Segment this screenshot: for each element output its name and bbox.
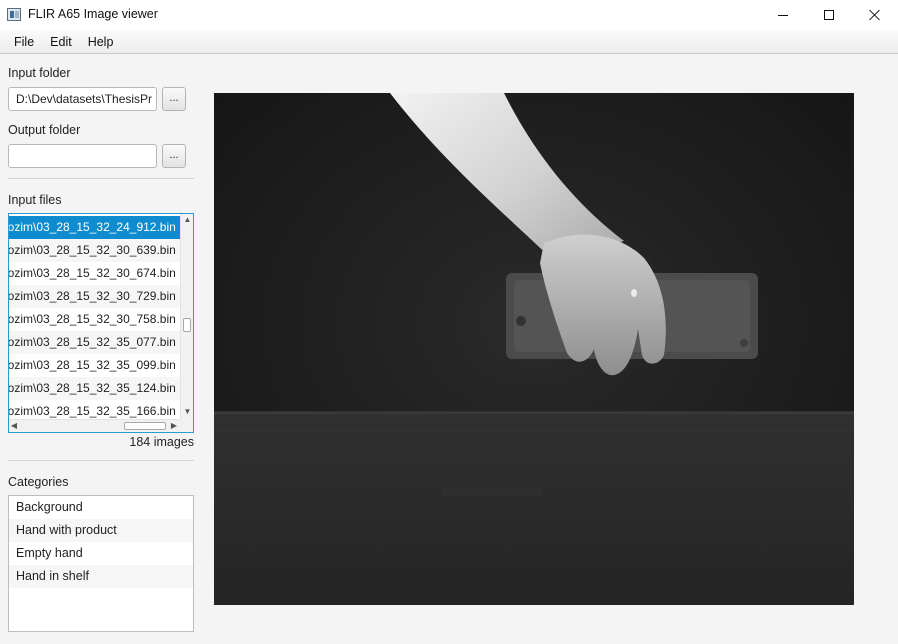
- file-list-item[interactable]: bozim\03_28_15_32_30_639.bin: [9, 239, 181, 262]
- title-bar: FLIR A65 Image viewer: [0, 0, 898, 30]
- menu-bar: File Edit Help: [0, 30, 898, 54]
- input-folder-browse-button[interactable]: ...: [162, 87, 186, 111]
- vertical-scroll-thumb[interactable]: [183, 318, 191, 332]
- input-folder-label: Input folder: [8, 66, 71, 80]
- scroll-down-icon[interactable]: ▼: [181, 407, 193, 416]
- category-item[interactable]: Background: [9, 496, 193, 519]
- file-list-item[interactable]: bozim\03_28_15_32_35_077.bin: [9, 331, 181, 354]
- category-item[interactable]: Empty hand: [9, 542, 193, 565]
- category-item[interactable]: Hand in shelf: [9, 565, 193, 588]
- file-list-item[interactable]: bozim\03_28_15_32_24_912.bin: [9, 216, 181, 239]
- separator: [8, 460, 194, 461]
- minimize-button[interactable]: [760, 0, 806, 30]
- vertical-scrollbar[interactable]: ▲ ▼: [180, 214, 193, 419]
- input-files-label: Input files: [8, 193, 62, 207]
- category-item[interactable]: Hand with product: [9, 519, 193, 542]
- categories-label: Categories: [8, 475, 69, 489]
- horizontal-scrollbar[interactable]: ◀ ▶: [9, 419, 181, 432]
- thermal-image-canvas: [214, 93, 854, 605]
- menu-help[interactable]: Help: [80, 35, 122, 49]
- file-list-item[interactable]: bozim\03_28_15_32_30_729.bin: [9, 285, 181, 308]
- maximize-button[interactable]: [806, 0, 852, 30]
- output-folder-label: Output folder: [8, 123, 81, 137]
- minimize-icon: [778, 14, 788, 16]
- input-files-list[interactable]: bozim\03_28_15_32_24_912.bin bozim\03_28…: [8, 213, 194, 433]
- scroll-right-icon[interactable]: ▶: [169, 421, 179, 430]
- separator: [8, 178, 194, 179]
- menu-edit[interactable]: Edit: [42, 35, 80, 49]
- output-folder-browse-button[interactable]: ...: [162, 144, 186, 168]
- close-icon: [869, 9, 881, 21]
- menu-file[interactable]: File: [6, 35, 42, 49]
- categories-list[interactable]: Background Hand with product Empty hand …: [8, 495, 194, 632]
- horizontal-scroll-thumb[interactable]: [124, 422, 166, 430]
- file-list-item[interactable]: bozim\03_28_15_32_30_758.bin: [9, 308, 181, 331]
- scrollbar-corner: [180, 419, 193, 432]
- input-folder-field[interactable]: D:\Dev\datasets\ThesisPr: [8, 87, 157, 111]
- file-list-item[interactable]: bozim\03_28_15_32_30_674.bin: [9, 262, 181, 285]
- window-title: FLIR A65 Image viewer: [28, 7, 158, 21]
- thermal-image[interactable]: [214, 93, 854, 605]
- category-empty-row: [9, 588, 193, 611]
- app-icon: [7, 8, 21, 21]
- file-list-item[interactable]: bozim\03_28_15_32_35_099.bin: [9, 354, 181, 377]
- scroll-up-icon[interactable]: ▲: [181, 215, 193, 224]
- file-list-item[interactable]: bozim\03_28_15_32_35_124.bin: [9, 377, 181, 400]
- close-button[interactable]: [852, 0, 898, 30]
- image-count: 184 images: [129, 435, 194, 449]
- scroll-left-icon[interactable]: ◀: [9, 421, 19, 430]
- output-folder-field[interactable]: [8, 144, 157, 168]
- maximize-icon: [824, 10, 834, 20]
